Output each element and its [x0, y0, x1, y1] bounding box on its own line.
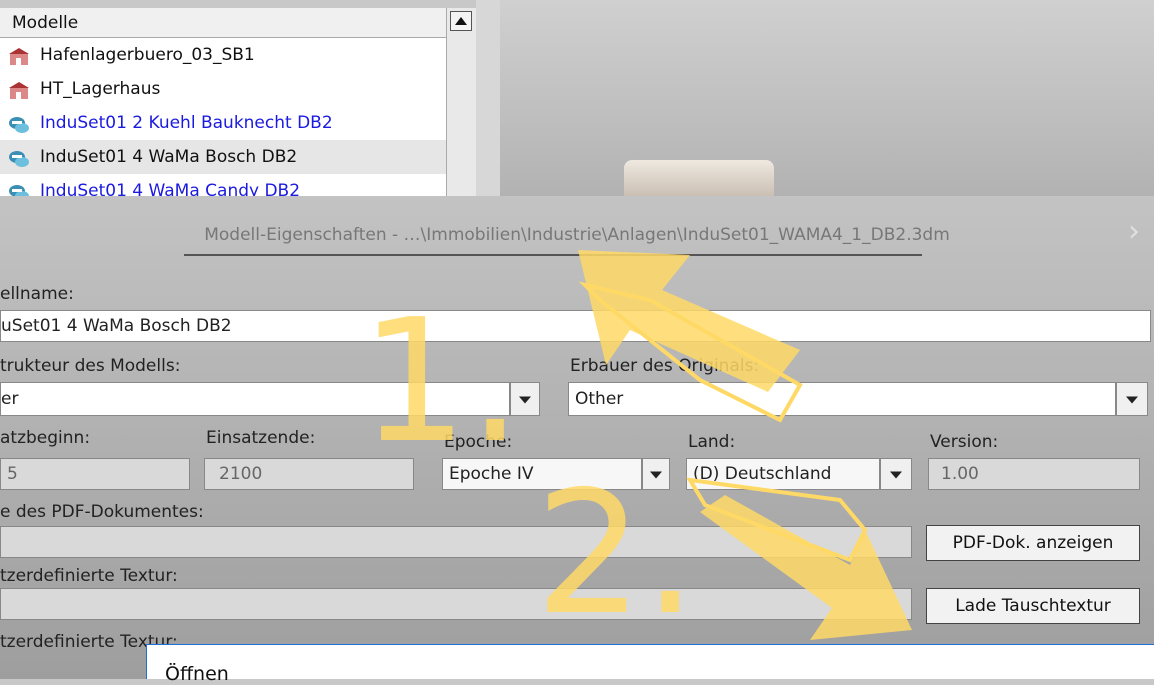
list-item-label: InduSet01 4 WaMa Bosch DB2 — [40, 147, 298, 167]
start-input[interactable]: 5 — [0, 458, 190, 490]
start-label: atzbeginn: — [0, 428, 91, 448]
modelname-input[interactable]: uSet01 4 WaMa Bosch DB2 — [0, 310, 1151, 342]
list-item[interactable]: HT_Lagerhaus — [0, 72, 446, 106]
version-label: Version: — [930, 432, 999, 452]
end-label: Einsatzende: — [206, 428, 316, 448]
epoch-select[interactable]: Epoche IV — [442, 458, 642, 490]
chevron-down-icon — [519, 396, 531, 404]
constructor-select[interactable]: er — [0, 382, 510, 416]
builder-label: Erbauer des Originals: — [570, 356, 760, 376]
country-dropdown-button[interactable] — [880, 458, 912, 490]
scroll-up-button[interactable] — [450, 11, 472, 31]
open-file-dialog: Öffnen — [146, 644, 1154, 685]
pdf-path-input[interactable] — [0, 526, 912, 558]
open-dialog-title: Öffnen — [165, 663, 229, 685]
close-icon[interactable]: › — [1128, 214, 1140, 249]
epoch-label: Epoche: — [444, 432, 513, 452]
pdf-show-button[interactable]: PDF-Dok. anzeigen — [926, 525, 1140, 561]
list-scrollbar[interactable] — [446, 8, 477, 208]
builder-dropdown-button[interactable] — [1116, 382, 1148, 416]
chevron-down-icon — [650, 471, 662, 479]
list-item[interactable]: InduSet01 4 WaMa Bosch DB2 — [0, 140, 446, 174]
load-texture-button[interactable]: Lade Tauschtextur — [926, 588, 1140, 624]
country-label: Land: — [688, 432, 736, 452]
3d-viewport[interactable] — [500, 0, 1154, 215]
pdf-label: e des PDF-Dokumentes: — [0, 502, 204, 522]
list-header: Modelle — [0, 8, 446, 38]
version-input[interactable]: 1.00 — [928, 458, 1140, 490]
arrow-up-icon — [455, 17, 467, 25]
constructor-label: trukteur des Modells: — [0, 356, 181, 376]
list-item[interactable]: InduSet01 2 Kuehl Bauknecht DB2 — [0, 106, 446, 140]
chevron-down-icon — [1126, 396, 1138, 404]
texture-label: tzerdefinierte Textur: — [0, 566, 178, 586]
model-set-icon — [8, 113, 30, 133]
constructor-dropdown-button[interactable] — [510, 382, 540, 416]
chevron-down-icon — [890, 471, 902, 479]
splitter[interactable] — [476, 0, 501, 210]
title-underline — [184, 254, 922, 256]
texture-path-input[interactable] — [0, 588, 912, 620]
country-select[interactable]: (D) Deutschland — [686, 458, 880, 490]
end-input[interactable]: 2100 — [204, 458, 414, 490]
building-icon — [8, 79, 30, 99]
list-item-label: Hafenlagerbuero_03_SB1 — [40, 45, 255, 65]
list-item[interactable]: Hafenlagerbuero_03_SB1 — [0, 38, 446, 72]
building-icon — [8, 45, 30, 65]
epoch-dropdown-button[interactable] — [642, 458, 670, 490]
list-item-label: InduSet01 2 Kuehl Bauknecht DB2 — [40, 113, 333, 133]
modelname-label: ellname: — [0, 284, 74, 304]
model-list[interactable]: Modelle Hafenlagerbuero_03_SB1 HT_Lagerha… — [0, 8, 447, 208]
model-properties-dialog: Modell-Eigenschaften - …\Immobilien\Indu… — [0, 196, 1154, 679]
model-set-icon — [8, 147, 30, 167]
builder-select[interactable]: Other — [568, 382, 1116, 416]
dialog-title: Modell-Eigenschaften - …\Immobilien\Indu… — [204, 225, 950, 245]
list-item-label: HT_Lagerhaus — [40, 79, 161, 99]
